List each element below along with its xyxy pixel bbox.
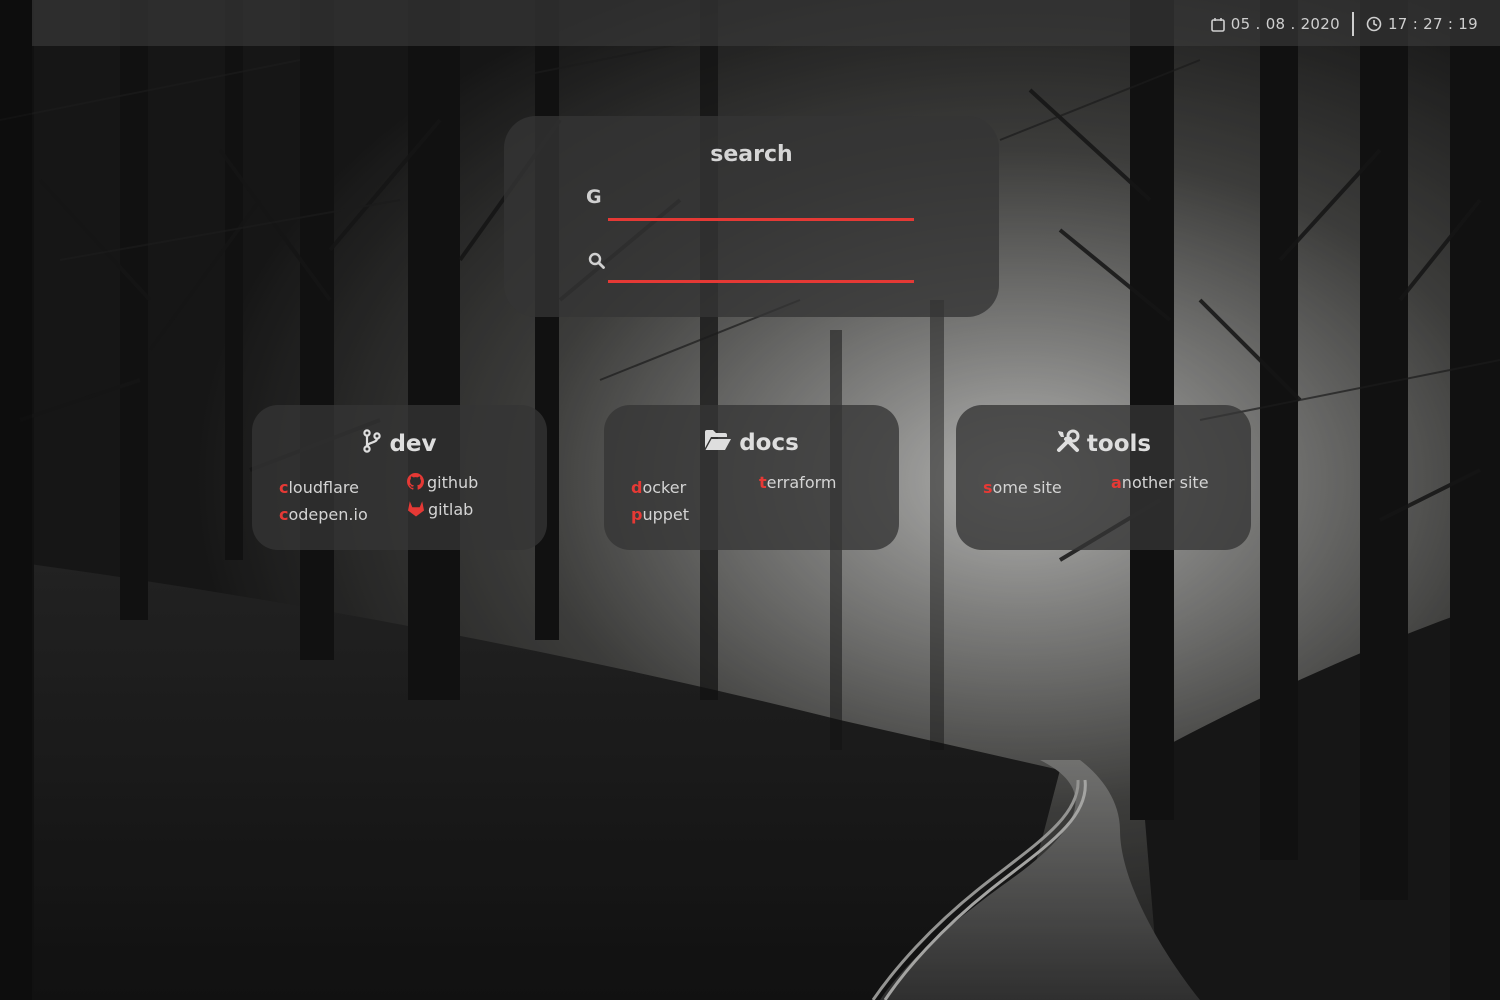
dev-card-title: dev — [252, 429, 547, 459]
tools-card: tools some site another site — [956, 405, 1251, 550]
docs-card-title: docs — [604, 429, 899, 457]
dev-title-text: dev — [389, 431, 437, 457]
link-hotkey: a — [1111, 473, 1122, 492]
link-cloudflare[interactable]: cloudflare — [279, 478, 359, 497]
link-label: gitlab — [428, 500, 474, 519]
link-puppet[interactable]: puppet — [631, 505, 689, 524]
link-label: ome site — [992, 478, 1062, 497]
docs-card: docs docker puppet terraform — [604, 405, 899, 550]
link-label: loudflare — [288, 478, 359, 497]
google-g-icon: G — [586, 186, 602, 208]
folder-open-icon — [704, 429, 732, 457]
clock-icon — [1366, 16, 1382, 32]
link-hotkey: s — [983, 478, 993, 497]
link-docker[interactable]: docker — [631, 478, 686, 497]
link-hotkey: d — [631, 478, 643, 497]
time-text: 17 : 27 : 19 — [1387, 15, 1478, 33]
link-terraform[interactable]: terraform — [759, 473, 836, 492]
top-status-bar: 05 . 08 . 2020 17 : 27 : 19 — [32, 0, 1500, 46]
date-text: 05 . 08 . 2020 — [1230, 15, 1340, 33]
tools-icon — [1056, 429, 1080, 459]
link-label: erraform — [766, 473, 837, 492]
link-hotkey: p — [631, 505, 643, 524]
dev-card: dev cloudflare codepen.io github gitlab — [252, 405, 547, 550]
link-label: ocker — [642, 478, 687, 497]
link-some-site[interactable]: some site — [983, 478, 1062, 497]
link-github[interactable]: github — [407, 473, 478, 494]
link-label: uppet — [642, 505, 690, 524]
tools-title-text: tools — [1086, 431, 1152, 457]
link-hotkey: t — [759, 473, 767, 492]
google-search-input[interactable] — [608, 188, 914, 221]
site-search-input[interactable] — [608, 250, 914, 283]
calendar-icon — [1210, 17, 1225, 32]
link-label: nother site — [1121, 473, 1209, 492]
link-label: odepen.io — [288, 505, 368, 524]
link-label: github — [427, 473, 479, 492]
docs-title-text: docs — [739, 430, 799, 456]
search-title: search — [710, 142, 793, 167]
datetime-divider — [1351, 12, 1354, 36]
github-icon — [407, 473, 425, 494]
left-edge-strip — [0, 0, 32, 1000]
link-another-site[interactable]: another site — [1111, 473, 1209, 492]
datetime-display: 05 . 08 . 2020 17 : 27 : 19 — [1210, 12, 1478, 36]
git-branch-icon — [362, 429, 382, 459]
tools-card-title: tools — [956, 429, 1251, 459]
link-codepen[interactable]: codepen.io — [279, 505, 368, 524]
gitlab-icon — [407, 500, 425, 521]
link-gitlab[interactable]: gitlab — [407, 500, 473, 521]
